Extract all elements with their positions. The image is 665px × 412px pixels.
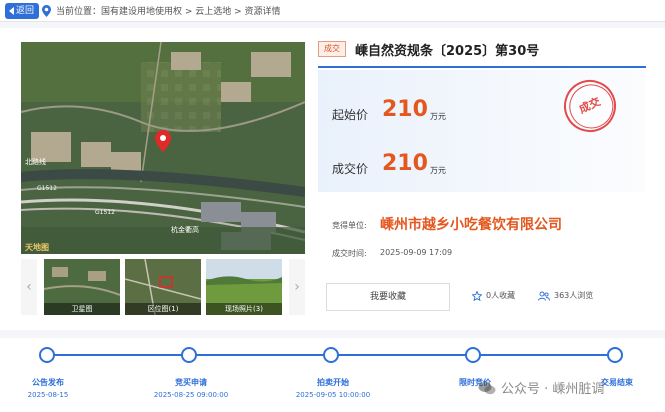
breadcrumb: 当前位置：国有建设用地使用权 > 云上选地 > 资源详情	[56, 7, 281, 17]
thumbnail-site-photos[interactable]: 现场照片(3)	[206, 259, 282, 315]
timeline-step-date: 2025-08-25 09:00:00	[153, 391, 229, 399]
progress-timeline: 公告发布 2025-08-15 竞买申请 2025-08-25 09:00:00…	[0, 338, 665, 412]
views-count: 363人浏览	[554, 291, 594, 300]
listing-title: 嵊自然资规条〔2025〕第30号	[355, 44, 540, 59]
map-label: 杭金衢高	[171, 225, 199, 234]
status-badge: 成交	[318, 41, 346, 57]
deal-price-label: 成交价	[332, 162, 369, 176]
deal-price-value: 210	[382, 151, 428, 176]
wechat-icon	[478, 381, 496, 394]
title-divider	[318, 66, 646, 68]
timeline-step-dot	[323, 347, 339, 363]
thumbnail-label: 卫星图	[44, 303, 120, 315]
thumbnail-label: 区位图(1)	[125, 303, 201, 315]
timeline-step-dot	[465, 347, 481, 363]
thumbnail-location[interactable]: 区位图(1)	[125, 259, 201, 315]
timeline-step-dot	[39, 347, 55, 363]
timeline-step-label: 拍卖开始	[317, 378, 349, 387]
start-price-unit: 万元	[430, 112, 446, 121]
map-label: 北路线	[25, 157, 46, 166]
thumbnail-satellite[interactable]: 卫星图	[44, 259, 120, 315]
map-label: G1512	[95, 209, 115, 216]
prev-arrow-icon[interactable]: ‹	[21, 259, 37, 315]
back-arrow-icon	[9, 7, 14, 15]
deal-stamp-icon: 成交	[555, 71, 625, 141]
timeline-step-dot	[181, 347, 197, 363]
start-price-value: 210	[382, 97, 428, 122]
thumbnail-carousel: ‹ 卫星图 区位图(1) 现场照片(3) ›	[21, 259, 305, 315]
favorites-count: 0人收藏	[486, 291, 516, 300]
star-icon	[472, 290, 482, 301]
views-stat: 363人浏览	[538, 290, 593, 301]
resource-detail-card: 北路线 G1512 G1512 杭金衢高 天地图 ‹ 卫星图 区位图(1) 现场…	[0, 28, 665, 330]
price-panel: 起始价 210 万元 成交价 210 万元 成交	[318, 70, 646, 192]
watermark-text: 公众号 · 嵊州脏调	[501, 382, 605, 397]
top-bar: 返回 当前位置：国有建设用地使用权 > 云上选地 > 资源详情	[0, 0, 665, 22]
winner-label: 竞得单位:	[332, 221, 367, 230]
timeline-step-label: 公告发布	[32, 378, 64, 387]
winner-value: 嵊州市越乡小吃餐饮有限公司	[380, 217, 562, 233]
watermark: 公众号 · 嵊州脏调	[478, 378, 604, 397]
deal-price-unit: 万元	[430, 166, 446, 175]
satellite-map[interactable]: 北路线 G1512 G1512 杭金衢高 天地图	[21, 42, 305, 254]
map-logo: 天地图	[25, 242, 49, 252]
favorites-stat: 0人收藏	[472, 290, 515, 301]
next-arrow-icon[interactable]: ›	[289, 259, 305, 315]
favorite-button[interactable]: 我要收藏	[326, 283, 450, 311]
location-pin-icon	[42, 5, 51, 17]
back-button-label: 返回	[16, 6, 35, 16]
deal-time-label: 成交时间:	[332, 249, 367, 258]
timeline-step-dot	[607, 347, 623, 363]
back-button[interactable]: 返回	[5, 3, 40, 19]
thumbnail-label: 现场照片(3)	[206, 303, 282, 315]
start-price-label: 起始价	[332, 108, 369, 122]
map-label: G1512	[37, 185, 57, 192]
users-icon	[538, 291, 550, 301]
timeline-step-date: 2025-09-05 10:00:00	[295, 391, 371, 399]
timeline-step-label: 竞买申请	[175, 378, 207, 387]
deal-time-value: 2025-09-09 17:09	[380, 248, 453, 257]
timeline-step-date: 2025-08-15	[27, 391, 69, 399]
